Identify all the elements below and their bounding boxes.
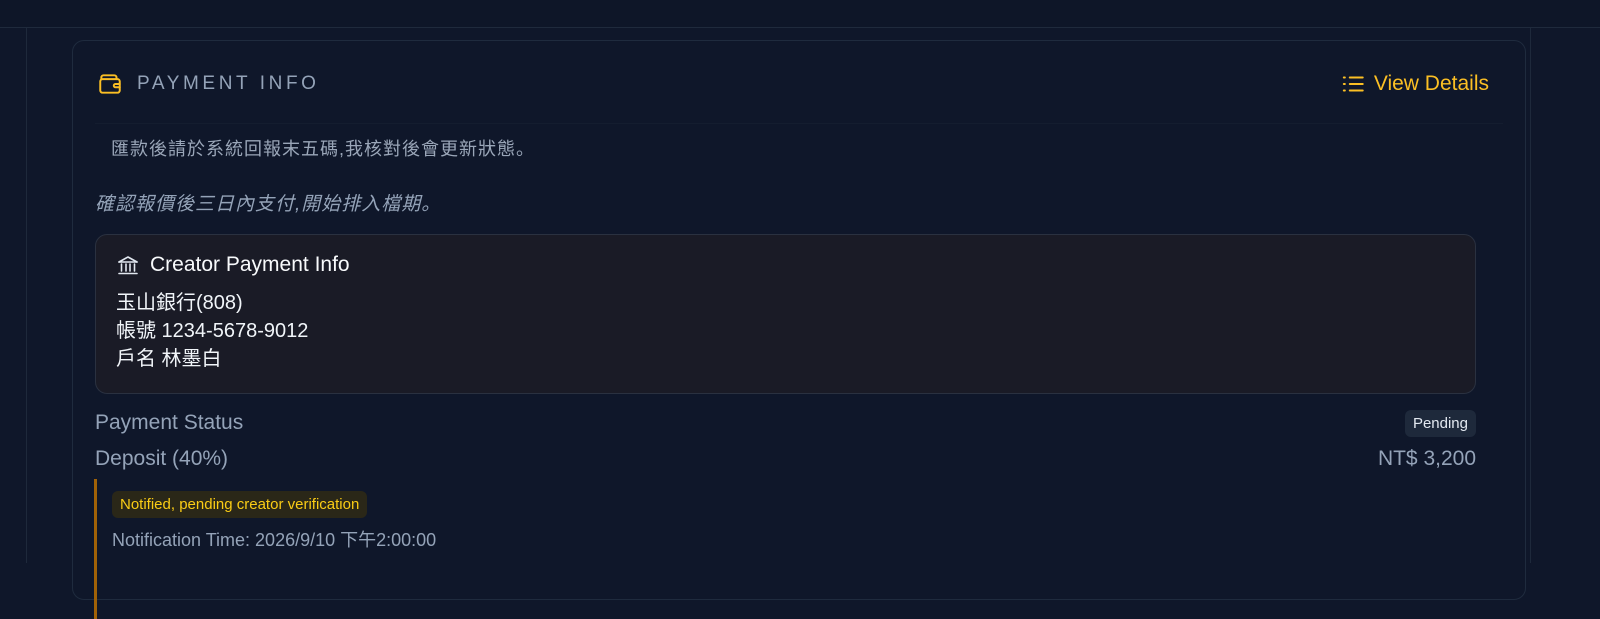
view-details-button[interactable]: View Details (1340, 71, 1489, 97)
payment-status-row: Payment Status Pending (95, 407, 1476, 439)
notification-timeline-entry: Notified, pending creator verification N… (94, 479, 1474, 619)
notification-time: Notification Time: 2026/9/10 下午2:00:00 (112, 526, 1474, 552)
list-icon (1340, 71, 1366, 97)
bank-name: 玉山銀行(808) (116, 289, 1455, 317)
deposit-row: Deposit (40%) NT$ 3,200 (95, 444, 1476, 474)
creator-payment-info-box: Creator Payment Info 玉山銀行(808) 帳號 1234-5… (95, 234, 1476, 394)
wallet-icon (97, 71, 123, 97)
account-holder: 戶名 林墨白 (116, 345, 1455, 373)
status-badge: Pending (1405, 410, 1476, 437)
notification-badge: Notified, pending creator verification (112, 491, 367, 518)
creator-payment-title-row: Creator Payment Info (116, 253, 1455, 277)
top-bar (0, 0, 1600, 28)
bank-icon (116, 253, 140, 277)
payment-terms-note: 確認報價後三日內支付,開始排入檔期。 (95, 189, 441, 216)
creator-payment-title: Creator Payment Info (150, 253, 350, 277)
card-header: PAYMENT INFO View Details (97, 67, 1489, 101)
deposit-label: Deposit (40%) (95, 447, 228, 471)
deposit-amount: NT$ 3,200 (1378, 447, 1476, 471)
instruction-note: 匯款後請於系統回報末五碼,我核對後會更新狀態。 (95, 123, 1503, 172)
card-title: PAYMENT INFO (137, 73, 320, 95)
card-header-left: PAYMENT INFO (97, 71, 320, 97)
left-rail-divider (26, 28, 27, 563)
view-details-label: View Details (1374, 72, 1489, 96)
payment-info-card: PAYMENT INFO View Details 匯款後請於系統回報末五碼,我… (72, 40, 1526, 600)
payment-status-label: Payment Status (95, 411, 243, 435)
right-rail-divider (1530, 28, 1531, 563)
account-number: 帳號 1234-5678-9012 (116, 317, 1455, 345)
